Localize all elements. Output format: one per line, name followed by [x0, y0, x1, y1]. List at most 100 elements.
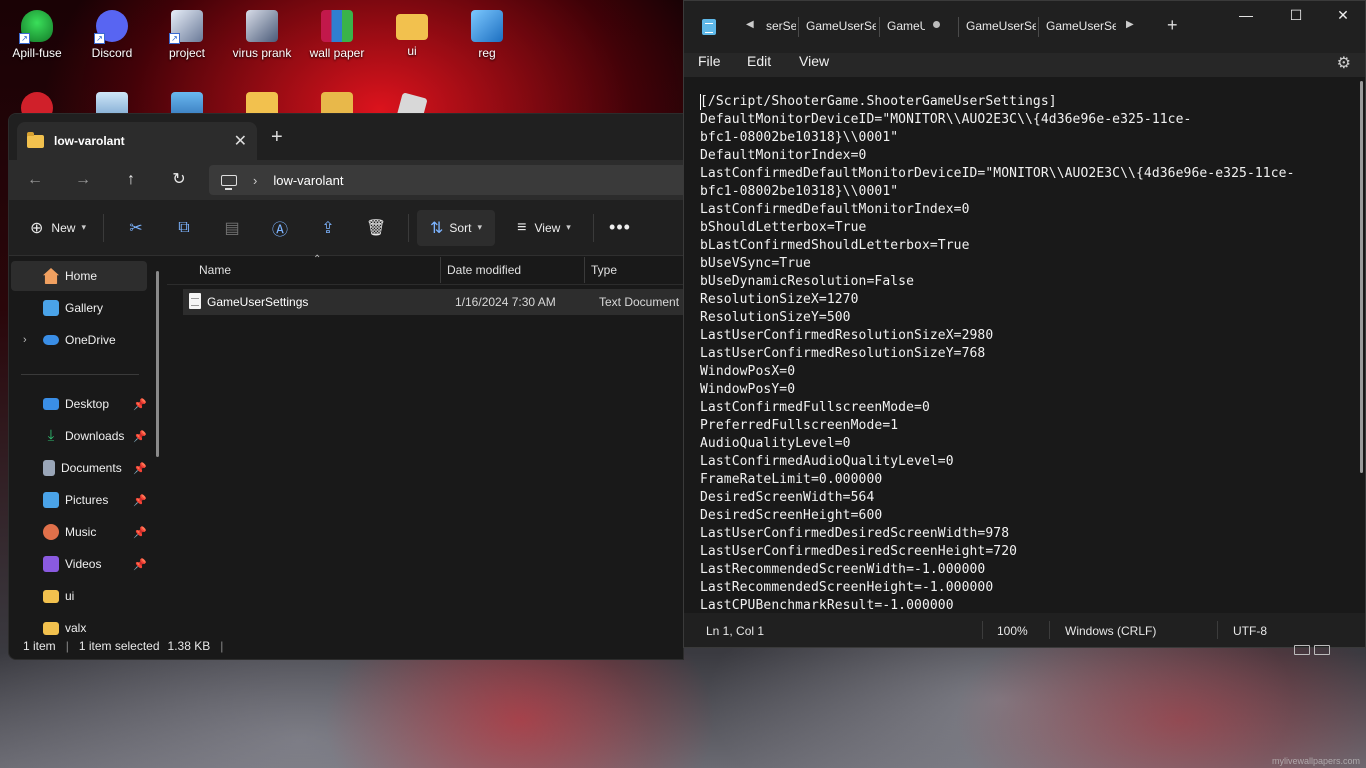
- sidebar-item-desktop[interactable]: Desktop 📌: [11, 389, 147, 419]
- new-tab-button[interactable]: +: [271, 126, 283, 149]
- pin-icon[interactable]: 📌: [133, 430, 147, 443]
- delete-button[interactable]: 🗑: [352, 210, 400, 246]
- refresh-icon[interactable]: ↻: [165, 166, 193, 194]
- sidebar-item-music[interactable]: Music 📌: [11, 517, 147, 547]
- pin-icon[interactable]: 📌: [133, 494, 147, 507]
- winrar-icon: [321, 10, 353, 42]
- new-button[interactable]: ⊕ New ▾: [21, 210, 95, 246]
- settings-gear-icon[interactable]: ⚙: [1337, 53, 1351, 73]
- sidebar-item-gallery[interactable]: Gallery: [11, 293, 147, 323]
- music-icon: [43, 524, 59, 540]
- column-divider[interactable]: [440, 257, 441, 283]
- details-view-icon[interactable]: [1294, 645, 1310, 655]
- project-app-icon: ↗: [169, 10, 203, 44]
- desktop-icon-discord[interactable]: ↗ Discord: [75, 4, 149, 60]
- column-type[interactable]: Type: [591, 263, 617, 277]
- sidebar-scrollbar[interactable]: [156, 271, 159, 457]
- explorer-status-bar: 1 item | 1 item selected 1.38 KB |: [23, 639, 224, 653]
- breadcrumb-folder[interactable]: low-varolant: [273, 173, 343, 188]
- rename-button[interactable]: Ⓐ: [256, 210, 304, 246]
- documents-icon: [43, 460, 55, 476]
- column-divider[interactable]: [584, 257, 585, 283]
- folder-icon: [27, 131, 44, 148]
- explorer-tab-bar: low-varolant ✕ +: [9, 114, 683, 160]
- desktop-icon-project[interactable]: ↗ project: [150, 4, 224, 60]
- menu-file[interactable]: File: [698, 53, 721, 69]
- file-type: Text Document: [599, 295, 680, 309]
- unsaved-indicator-icon[interactable]: [933, 21, 940, 28]
- line-ending: Windows (CRLF): [1065, 624, 1157, 638]
- notepad-tab-active[interactable]: GameU: [887, 19, 925, 33]
- pin-icon[interactable]: 📌: [133, 558, 147, 571]
- notepad-tab[interactable]: GameUserSe: [806, 19, 876, 33]
- notepad-tab[interactable]: GameUserSe: [966, 19, 1036, 33]
- text-editor[interactable]: [/Script/ShooterGame.ShooterGameUserSett…: [684, 77, 1365, 614]
- scroll-tabs-left-icon[interactable]: ◀: [746, 19, 754, 30]
- desktop-icon-apill-fuse[interactable]: ↗ Apill-fuse: [0, 4, 74, 60]
- tiles-view-icon[interactable]: [1314, 645, 1330, 655]
- view-button[interactable]: ≡ View ▾: [503, 210, 585, 246]
- forward-icon[interactable]: →: [69, 166, 97, 194]
- column-name[interactable]: Name: [199, 263, 231, 277]
- close-tab-icon[interactable]: ✕: [234, 131, 247, 151]
- pictures-icon: [43, 492, 59, 508]
- share-icon: ⇪: [321, 219, 335, 237]
- downloads-icon: ⤓: [47, 427, 55, 444]
- notepad-tab[interactable]: serSe: [766, 19, 796, 33]
- pin-icon[interactable]: 📌: [133, 526, 147, 539]
- notepad-title-bar: ◀ serSe GameUserSe GameU GameUserSe Game…: [684, 1, 1365, 53]
- pin-icon[interactable]: 📌: [133, 398, 147, 411]
- explorer-nav-bar: ← → ↑ ↻ › low-varolant: [9, 160, 683, 200]
- copy-button[interactable]: ⧉: [160, 210, 208, 246]
- explorer-tab-title: low-varolant: [54, 134, 125, 148]
- notepad-tab[interactable]: GameUserSe: [1046, 19, 1116, 33]
- chevron-right-icon[interactable]: ›: [253, 173, 257, 188]
- pin-icon[interactable]: 📌: [133, 462, 147, 475]
- close-window-icon[interactable]: ✕: [1320, 7, 1366, 24]
- back-icon[interactable]: ←: [21, 166, 49, 194]
- explorer-tab[interactable]: low-varolant ✕: [17, 122, 257, 160]
- new-tab-button[interactable]: +: [1167, 15, 1178, 36]
- toolbar-divider: [593, 213, 594, 242]
- file-name: GameUserSettings: [207, 295, 309, 309]
- sidebar-item-downloads[interactable]: ⤓ Downloads 📌: [11, 421, 147, 451]
- registry-cubes-icon: [471, 10, 503, 42]
- sidebar-item-pictures[interactable]: Pictures 📌: [11, 485, 147, 515]
- file-list: ⌃ Name Date modified Type GameUserSettin…: [167, 254, 683, 633]
- desktop-icon-virus-prank[interactable]: virus prank: [225, 4, 299, 60]
- paste-button[interactable]: ▤: [208, 210, 256, 246]
- sidebar-item-onedrive[interactable]: › OneDrive: [11, 325, 147, 355]
- trash-icon: 🗑: [365, 219, 387, 237]
- editor-scrollbar[interactable]: [1360, 81, 1363, 473]
- home-icon: [43, 268, 59, 284]
- menu-view[interactable]: View: [799, 53, 829, 69]
- explorer-body: Home Gallery › OneDrive Desktop 📌 ⤓ Down…: [9, 254, 683, 635]
- folder-icon: [396, 14, 428, 40]
- navigation-pane: Home Gallery › OneDrive Desktop 📌 ⤓ Down…: [9, 257, 166, 635]
- share-button[interactable]: ⇪: [304, 210, 352, 246]
- sidebar-item-videos[interactable]: Videos 📌: [11, 549, 147, 579]
- up-icon[interactable]: ↑: [117, 166, 145, 194]
- sidebar-item-ui[interactable]: ui: [11, 581, 147, 611]
- sidebar-item-home[interactable]: Home: [11, 261, 147, 291]
- desktop-icon-reg[interactable]: reg: [450, 4, 524, 60]
- minimize-icon[interactable]: —: [1223, 7, 1269, 23]
- chevron-right-icon[interactable]: ›: [23, 334, 27, 346]
- plus-circle-icon: ⊕: [30, 219, 44, 237]
- sort-button[interactable]: ⇅ Sort ▾: [417, 209, 495, 246]
- desktop-icon-ui[interactable]: ui: [375, 4, 449, 58]
- menu-edit[interactable]: Edit: [747, 53, 771, 69]
- file-row[interactable]: GameUserSettings 1/16/2024 7:30 AM Text …: [183, 289, 683, 315]
- maximize-icon[interactable]: ☐: [1273, 7, 1319, 24]
- cut-button[interactable]: ✂: [112, 210, 160, 246]
- desktop-icon-wall-paper[interactable]: wall paper: [300, 4, 374, 60]
- videos-icon: [43, 556, 59, 572]
- file-date: 1/16/2024 7:30 AM: [455, 295, 556, 309]
- scroll-tabs-right-icon[interactable]: ▶: [1126, 19, 1134, 30]
- address-bar[interactable]: › low-varolant: [209, 165, 683, 195]
- sidebar-item-documents[interactable]: Documents 📌: [11, 453, 147, 483]
- more-options-icon[interactable]: •••: [602, 210, 638, 246]
- file-explorer-window: low-varolant ✕ + ← → ↑ ↻ › low-varolant …: [8, 113, 684, 660]
- selection-size: 1.38 KB: [167, 639, 211, 653]
- column-date-modified[interactable]: Date modified: [447, 263, 521, 277]
